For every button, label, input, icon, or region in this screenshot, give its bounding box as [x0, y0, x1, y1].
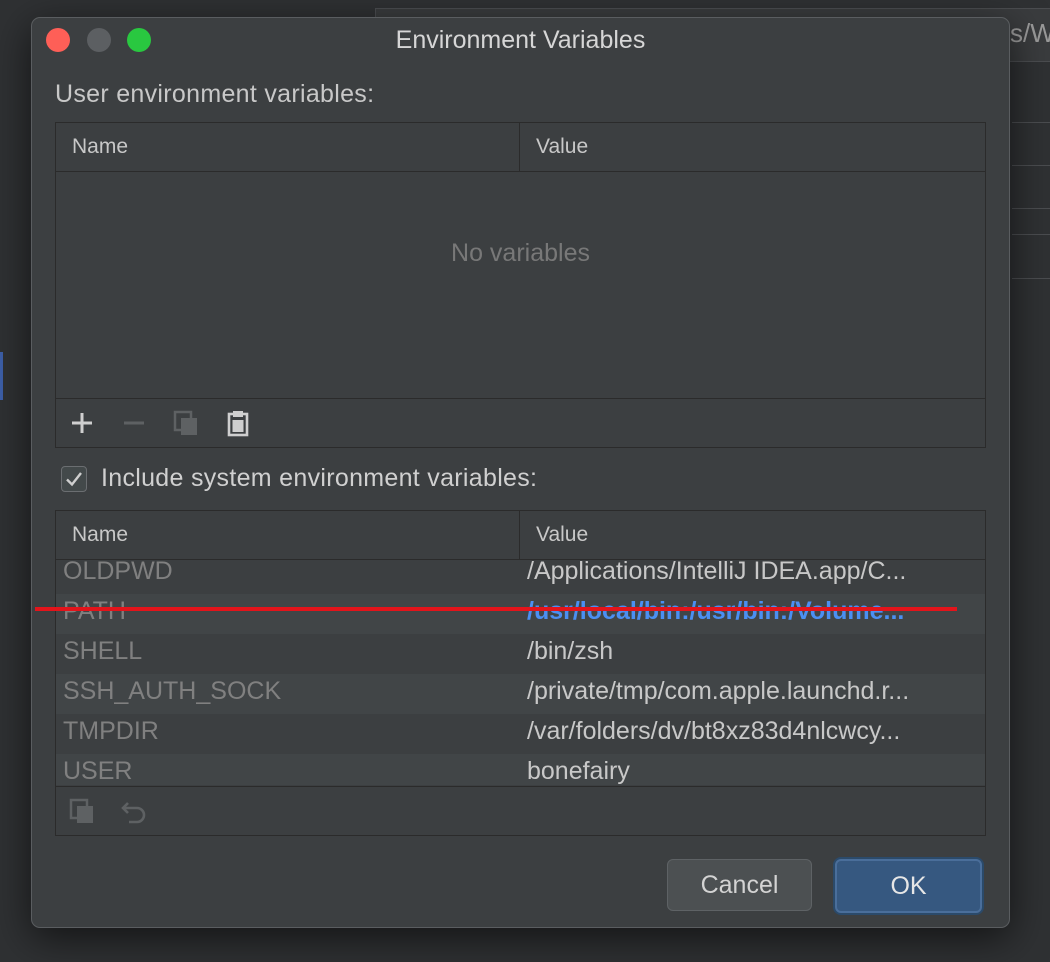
variable-value: /private/tmp/com.apple.launchd.r... [527, 677, 910, 705]
revert-button[interactable] [116, 793, 152, 829]
background-divider [1012, 208, 1050, 209]
column-header-value[interactable]: Value [536, 135, 588, 159]
title-bar: Environment Variables [32, 18, 1009, 62]
variable-name: SHELL [63, 637, 143, 665]
user-variables-toolbar [56, 398, 985, 447]
copy-icon [69, 798, 93, 823]
copy-icon [173, 410, 197, 435]
variable-value: /var/folders/dv/bt8xz83d4nlcwcy... [527, 717, 901, 745]
variable-value-modified: /usr/local/bin:/usr/bin:/Volume... [527, 597, 905, 625]
variable-value: /Applications/IntelliJ IDEA.app/C... [527, 560, 907, 585]
remove-variable-button[interactable] [116, 405, 152, 441]
background-divider [1012, 234, 1050, 235]
column-divider [519, 123, 520, 171]
table-row-oldpwd[interactable]: OLDPWD /Applications/IntelliJ IDEA.app/C… [56, 560, 985, 594]
user-variables-table: Name Value No variables [55, 122, 986, 448]
checkmark-icon [66, 472, 82, 487]
table-header: Name Value [56, 511, 985, 560]
paste-icon [227, 411, 249, 437]
user-variables-label: User environment variables: [55, 80, 375, 108]
background-field-text: s/W [1010, 18, 1050, 48]
annotation-underline [35, 607, 957, 611]
include-system-variables-label[interactable]: Include system environment variables: [101, 464, 537, 493]
include-system-variables-checkbox[interactable] [61, 466, 87, 492]
table-row-ssh-auth-sock[interactable]: SSH_AUTH_SOCK /private/tmp/com.apple.lau… [56, 674, 985, 714]
variable-name: OLDPWD [63, 560, 173, 585]
system-variables-table: Name Value OLDPWD /Applications/IntelliJ… [55, 510, 986, 836]
copy-system-variables-button[interactable] [64, 793, 100, 829]
column-header-value[interactable]: Value [536, 523, 588, 547]
undo-icon [121, 802, 146, 824]
background-divider [1012, 165, 1050, 166]
plus-icon [72, 413, 92, 433]
table-row-tmpdir[interactable]: TMPDIR /var/folders/dv/bt8xz83d4nlcwcy..… [56, 714, 985, 754]
variable-name: PATH [63, 597, 126, 625]
table-row-path[interactable]: PATH /usr/local/bin:/usr/bin:/Volume... [56, 594, 985, 634]
system-variables-toolbar [56, 786, 985, 835]
user-variables-list[interactable]: No variables [56, 172, 985, 397]
copy-variables-button[interactable] [168, 405, 204, 441]
variable-value: /bin/zsh [527, 637, 614, 665]
empty-state-text: No variables [451, 239, 590, 267]
variable-name: USER [63, 757, 133, 785]
system-variables-list[interactable]: OLDPWD /Applications/IntelliJ IDEA.app/C… [56, 560, 985, 785]
variable-name: SSH_AUTH_SOCK [63, 677, 282, 705]
minus-icon [124, 421, 144, 425]
column-divider [519, 511, 520, 559]
environment-variables-dialog: Environment Variables User environment v… [31, 17, 1010, 928]
background-divider [1012, 122, 1050, 123]
variable-name: TMPDIR [63, 717, 159, 745]
paste-variables-button[interactable] [220, 405, 256, 441]
dialog-title: Environment Variables [395, 26, 646, 54]
variable-value: bonefairy [527, 757, 630, 785]
table-row-shell[interactable]: SHELL /bin/zsh [56, 634, 985, 674]
column-header-name[interactable]: Name [72, 135, 128, 159]
ok-button[interactable]: OK [835, 859, 982, 913]
column-header-name[interactable]: Name [72, 523, 128, 547]
background-selection-indicator [0, 352, 3, 400]
cancel-button[interactable]: Cancel [667, 859, 812, 911]
table-row-user[interactable]: USER bonefairy [56, 754, 985, 785]
background-divider [1012, 278, 1050, 279]
table-header: Name Value [56, 123, 985, 172]
add-variable-button[interactable] [64, 405, 100, 441]
